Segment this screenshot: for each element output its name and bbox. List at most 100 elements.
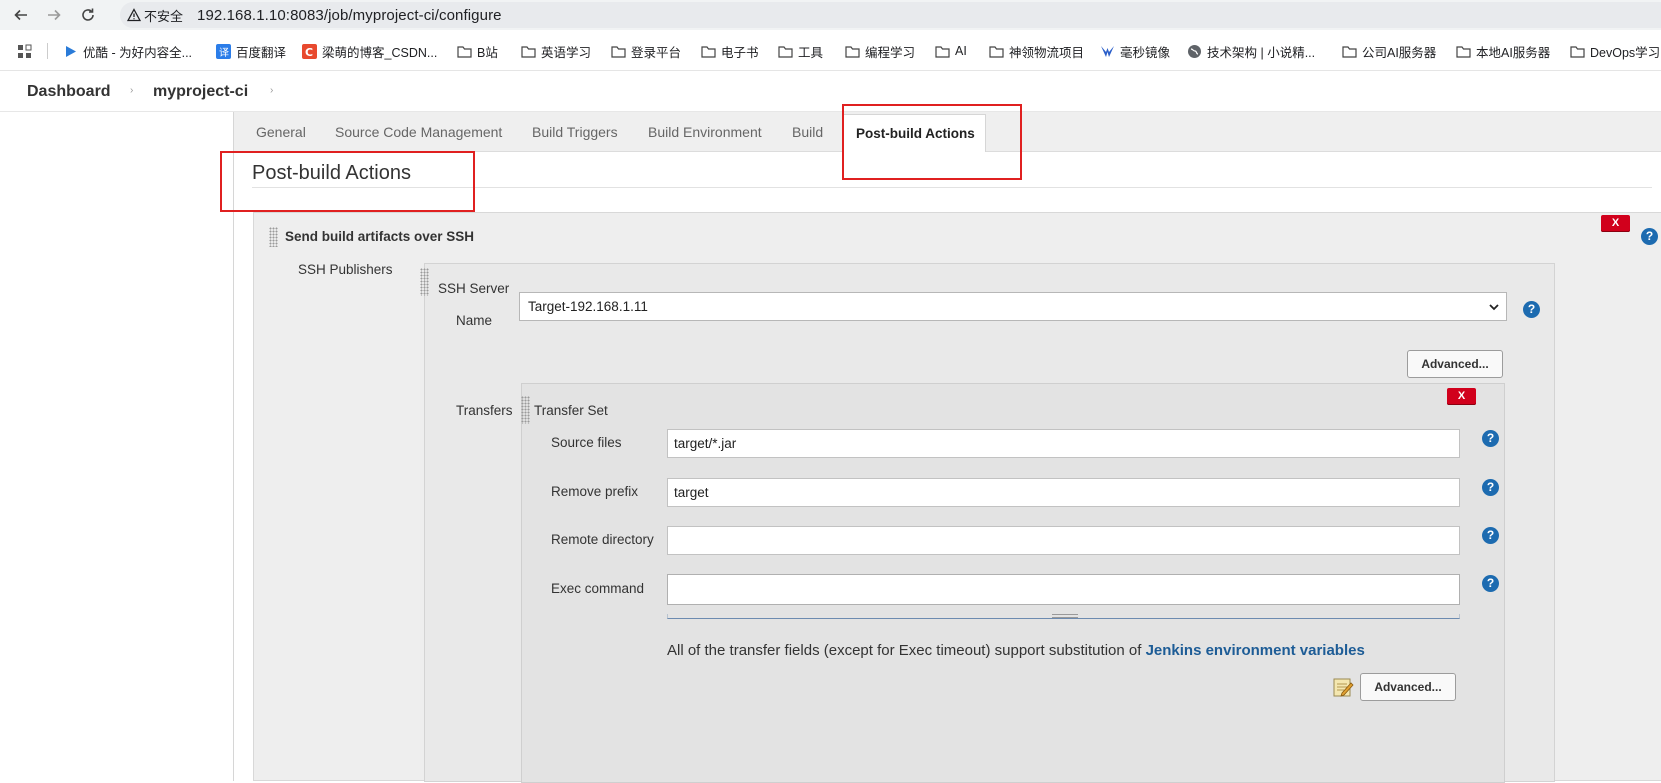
- back-button[interactable]: [10, 4, 32, 26]
- folder-icon: [935, 44, 950, 59]
- bookmark-label: 登录平台: [631, 45, 682, 60]
- advanced-button[interactable]: Advanced...: [1407, 350, 1503, 378]
- apps-grid-icon: [17, 44, 32, 59]
- help-icon[interactable]: ?: [1641, 228, 1658, 245]
- delete-publisher-button[interactable]: X: [1601, 215, 1630, 232]
- help-icon[interactable]: ?: [1482, 430, 1499, 447]
- csdn-icon: C: [302, 43, 317, 59]
- help-icon[interactable]: ?: [1482, 479, 1499, 496]
- ssh-publishers-label: SSH Publishers: [298, 262, 393, 277]
- chevron-down-icon: [1489, 304, 1499, 311]
- textarea-resize-handle[interactable]: [667, 614, 1460, 619]
- bookmark-label: 技术架构 | 小说精...: [1207, 45, 1316, 60]
- bookmark-label: DevOps学习: [1590, 45, 1661, 60]
- tab-build-triggers[interactable]: Build Triggers: [532, 124, 618, 140]
- help-icon[interactable]: ?: [1523, 301, 1540, 318]
- folder-icon: [457, 44, 472, 59]
- breadcrumb: Dashboard › myproject-ci ›: [0, 72, 1661, 112]
- reload-button[interactable]: [77, 4, 99, 26]
- youku-play-icon: [63, 44, 78, 59]
- tab-build-environment[interactable]: Build Environment: [648, 124, 762, 140]
- folder-icon: [1570, 44, 1585, 59]
- folder-icon: [845, 44, 860, 59]
- breadcrumb-separator: ›: [130, 85, 134, 96]
- transfers-label: Transfers: [456, 403, 513, 418]
- tab-general[interactable]: General: [256, 124, 306, 140]
- tab-source-code-management[interactable]: Source Code Management: [335, 124, 502, 140]
- transfer-advanced-button[interactable]: Advanced...: [1360, 673, 1456, 701]
- help-icon[interactable]: ?: [1482, 575, 1499, 592]
- drag-handle-icon[interactable]: [521, 396, 530, 424]
- browser-address-bar: 不安全 192.168.1.10:8083/job/myproject-ci/c…: [0, 0, 1661, 30]
- folder-icon: [989, 44, 1004, 59]
- drag-handle-icon[interactable]: [420, 268, 429, 296]
- bookmark-folder[interactable]: 神领物流项目: [989, 42, 1084, 60]
- bookmark-folder[interactable]: 公司AI服务器: [1342, 42, 1436, 60]
- security-indicator[interactable]: 不安全: [120, 6, 183, 25]
- bookmark-folder[interactable]: 工具: [778, 42, 823, 60]
- bookmark-item-youku[interactable]: 优酷 - 为好内容全...: [63, 42, 192, 60]
- bookmark-folder[interactable]: B站: [457, 42, 498, 60]
- folder-icon: [778, 44, 793, 59]
- folder-icon: [1456, 44, 1471, 59]
- transfer-set-block: Transfer Set X Source files target/*.jar…: [521, 383, 1505, 783]
- delete-transfer-set-button[interactable]: X: [1447, 388, 1476, 405]
- note-text: All of the transfer fields (except for E…: [667, 642, 1146, 659]
- mirror-logo-icon: [1100, 44, 1115, 59]
- bookmark-item-tech[interactable]: 技术架构 | 小说精...: [1187, 42, 1315, 60]
- bookmark-item-baidu-translate[interactable]: 译 百度翻译: [216, 42, 286, 60]
- svg-text:C: C: [305, 46, 313, 59]
- ssh-server-block: SSH Server Name Target-192.168.1.11 ? Ad…: [420, 263, 1555, 783]
- bookmark-item-csdn[interactable]: C 梁萌的博客_CSDN...: [302, 42, 437, 60]
- bookmark-folder[interactable]: 本地AI服务器: [1456, 42, 1550, 60]
- publisher-title: Send build artifacts over SSH: [285, 229, 475, 244]
- bookmark-item-mirror[interactable]: 毫秒镜像: [1100, 42, 1170, 60]
- env-variables-note: All of the transfer fields (except for E…: [667, 642, 1365, 659]
- name-label: Name: [456, 313, 493, 328]
- bookmarks-bar: 优酷 - 为好内容全... 译 百度翻译 C 梁萌的博客_CSDN... B站 …: [0, 30, 1661, 71]
- ssh-server-name-select[interactable]: Target-192.168.1.11: [519, 292, 1507, 321]
- remove-prefix-label: Remove prefix: [551, 484, 639, 499]
- folder-icon: [701, 44, 716, 59]
- bookmark-label: 梁萌的博客_CSDN...: [322, 45, 438, 60]
- tab-build[interactable]: Build: [792, 124, 823, 140]
- bookmark-folder[interactable]: 登录平台: [611, 42, 681, 60]
- svg-text:译: 译: [219, 47, 229, 59]
- apps-button[interactable]: [17, 42, 32, 60]
- bookmark-label: 工具: [798, 45, 824, 60]
- help-icon[interactable]: ?: [1482, 527, 1499, 544]
- arrow-left-icon: [14, 9, 27, 21]
- bookmark-label: B站: [477, 45, 498, 60]
- bookmark-label: 百度翻译: [236, 45, 287, 60]
- folder-icon: [521, 44, 536, 59]
- remote-directory-input[interactable]: [667, 526, 1460, 555]
- breadcrumb-dashboard[interactable]: Dashboard: [27, 83, 111, 101]
- exec-command-label: Exec command: [551, 581, 645, 596]
- bookmark-label: 电子书: [721, 45, 759, 60]
- folder-icon: [1342, 44, 1357, 59]
- bookmark-folder[interactable]: DevOps学习: [1570, 42, 1660, 60]
- breadcrumb-project[interactable]: myproject-ci: [153, 83, 248, 101]
- breadcrumb-separator[interactable]: ›: [270, 85, 273, 96]
- exec-command-textarea[interactable]: [667, 574, 1460, 605]
- jenkins-env-variables-link[interactable]: Jenkins environment variables: [1146, 642, 1365, 659]
- forward-button[interactable]: [43, 4, 65, 26]
- remove-prefix-input[interactable]: target: [667, 478, 1460, 507]
- drag-handle-icon[interactable]: [269, 227, 278, 247]
- notepad-edit-icon[interactable]: [1332, 676, 1354, 698]
- bookmark-folder[interactable]: 电子书: [701, 42, 759, 60]
- address-field[interactable]: 不安全 192.168.1.10:8083/job/myproject-ci/c…: [120, 2, 1661, 28]
- bookmark-folder[interactable]: 编程学习: [845, 42, 915, 60]
- source-files-input[interactable]: target/*.jar: [667, 429, 1460, 458]
- insecure-label: 不安全: [144, 8, 184, 24]
- bookmark-label: 毫秒镜像: [1120, 45, 1171, 60]
- bookmark-label: 英语学习: [541, 45, 592, 60]
- bookmark-folder[interactable]: AI: [935, 42, 967, 60]
- bookmark-folder[interactable]: 英语学习: [521, 42, 591, 60]
- ssh-server-label: SSH Server: [438, 281, 510, 296]
- bookmark-label: 公司AI服务器: [1362, 45, 1437, 60]
- select-value: Target-192.168.1.11: [528, 299, 648, 314]
- source-files-label: Source files: [551, 435, 622, 450]
- main-panel: General Source Code Management Build Tri…: [233, 112, 1661, 783]
- resize-grip-icon[interactable]: [1052, 614, 1078, 618]
